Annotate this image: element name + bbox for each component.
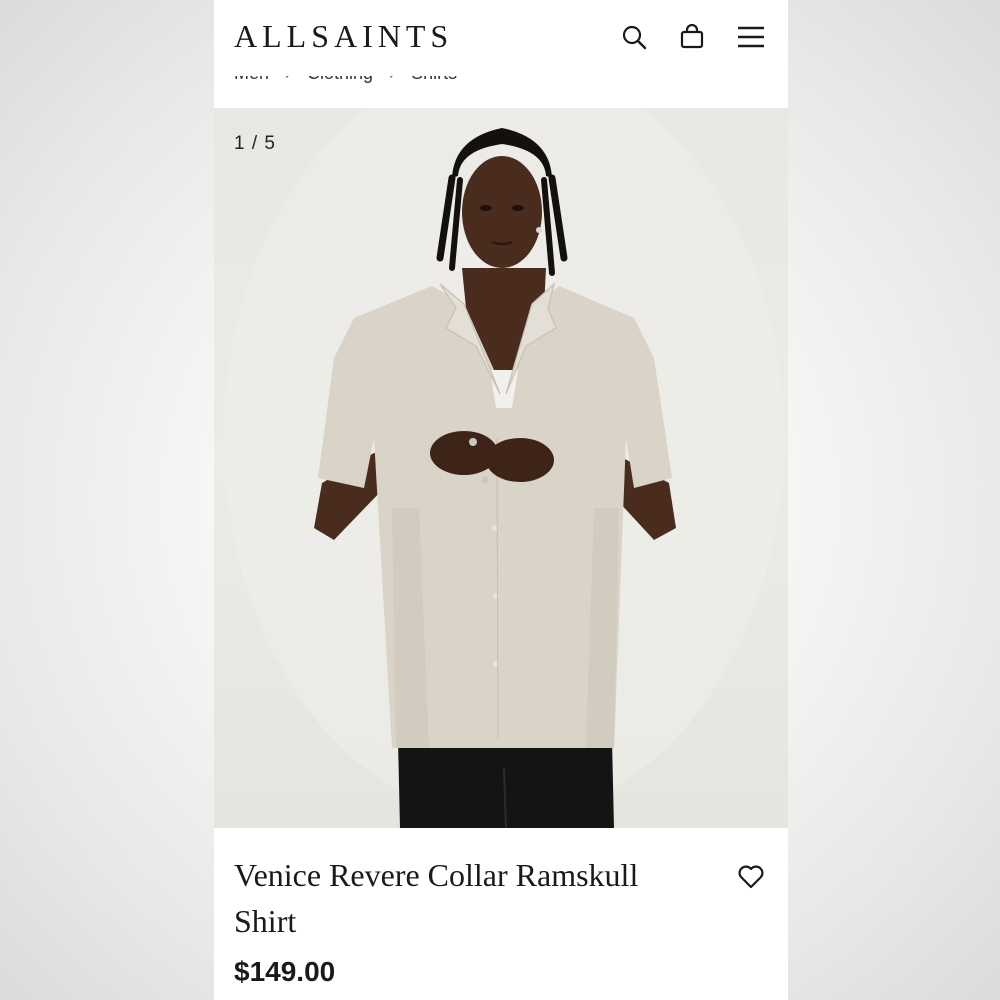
menu-button[interactable] bbox=[736, 22, 766, 52]
product-price: $149.00 bbox=[234, 956, 336, 987]
product-page: ALLSAINTS Men›Clothing›Shirts bbox=[214, 0, 788, 1000]
wishlist-button[interactable] bbox=[734, 860, 768, 894]
site-header: ALLSAINTS bbox=[214, 0, 788, 76]
brand-logo[interactable]: ALLSAINTS bbox=[234, 16, 453, 56]
menu-icon bbox=[738, 26, 764, 48]
product-info: Venice Revere Collar Ramskull Shirt $149… bbox=[214, 828, 788, 1000]
bag-icon bbox=[680, 24, 704, 49]
bag-button[interactable] bbox=[677, 22, 707, 52]
product-title: Venice Revere Collar Ramskull Shirt bbox=[234, 857, 639, 939]
search-button[interactable] bbox=[619, 22, 649, 52]
product-image-gallery[interactable]: 1 / 5 bbox=[214, 108, 788, 828]
heart-icon bbox=[738, 865, 764, 889]
product-photo bbox=[224, 108, 784, 828]
image-counter: 1 / 5 bbox=[234, 133, 276, 154]
search-icon bbox=[622, 25, 647, 50]
